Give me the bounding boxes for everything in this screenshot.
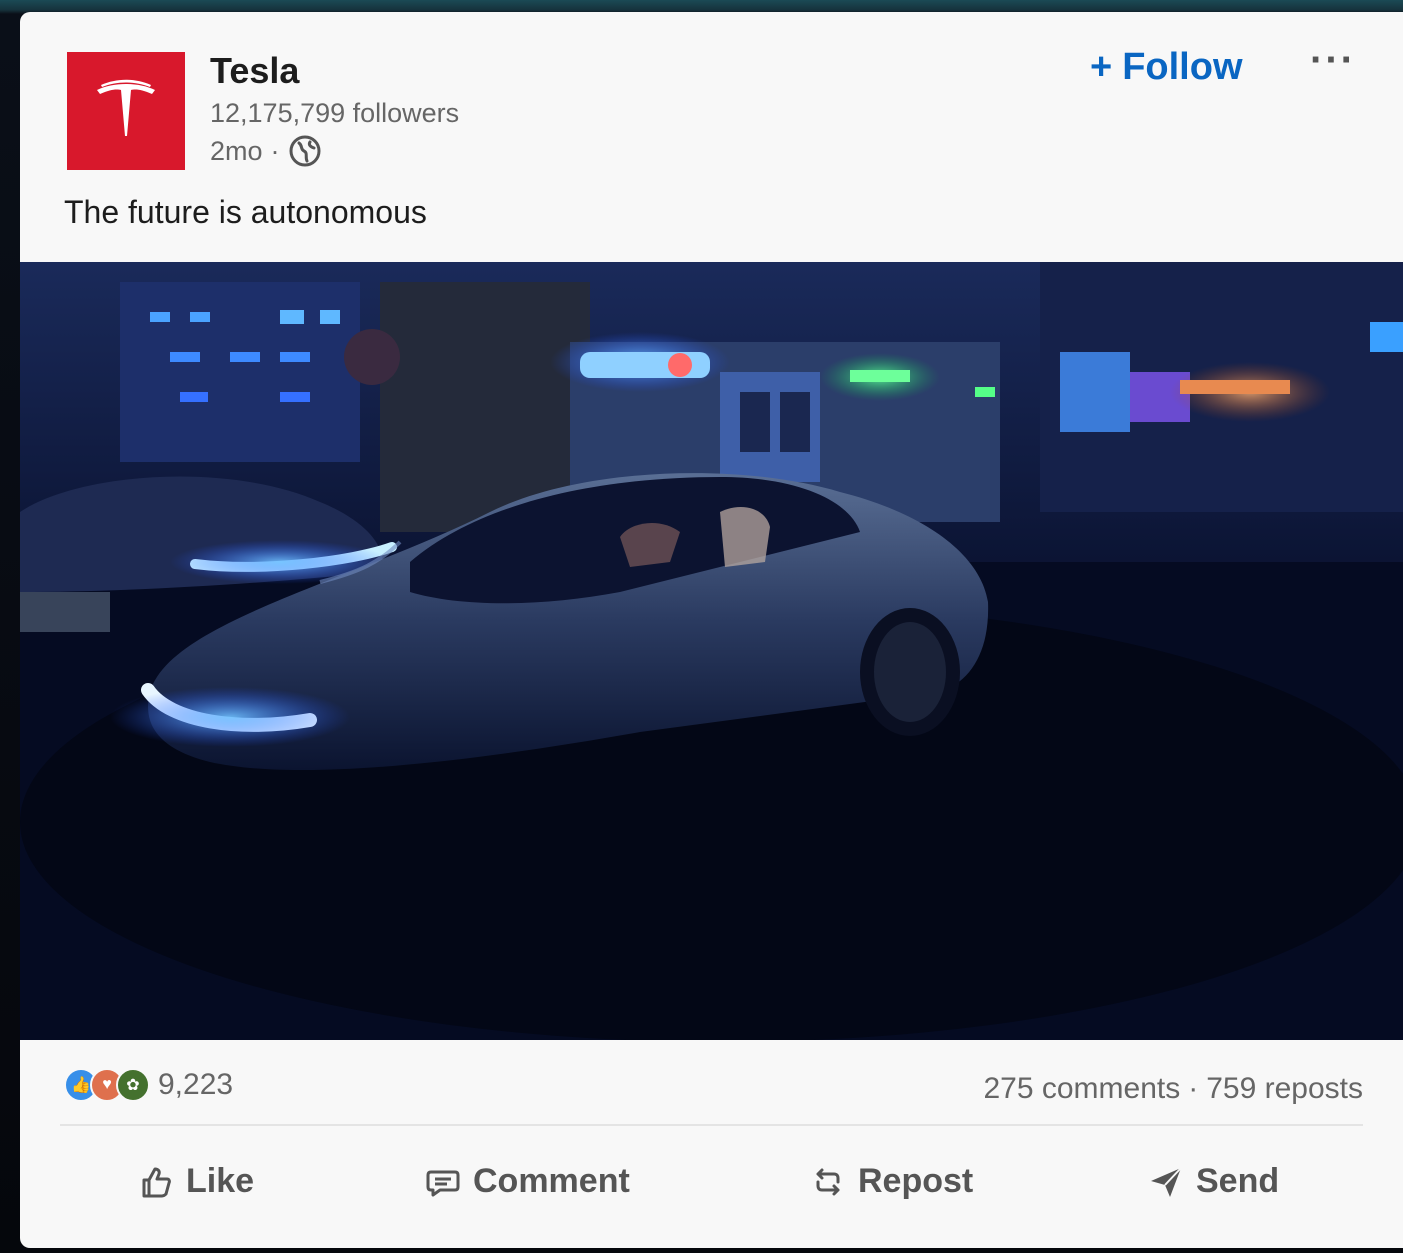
reactions-summary[interactable]: 👍 ♥ ✿ 9,223 [64, 1068, 233, 1102]
follower-count: 12,175,799 followers [210, 98, 460, 128]
support-icon: ✿ [116, 1068, 150, 1102]
repost-label: Repost [858, 1162, 974, 1200]
post-video[interactable] [20, 262, 1403, 1040]
comment-button[interactable]: Comment [425, 1162, 630, 1201]
comment-repost-counts: 275 comments · 759 reposts [983, 1072, 1363, 1106]
repost-icon [816, 1168, 840, 1195]
counts-separator: · [1188, 1072, 1199, 1105]
video-frame [20, 262, 1403, 1040]
follow-label: Follow [1122, 46, 1243, 88]
engagement-stats: 👍 ♥ ✿ 9,223 275 comments · 759 reposts [20, 1052, 1403, 1122]
plus-icon: + [1090, 46, 1113, 88]
meta-separator: · [270, 135, 280, 166]
post-header: Tesla 12,175,799 followers 2mo · + Follo… [20, 12, 1403, 262]
more-options-icon[interactable]: ··· [1310, 38, 1356, 83]
follow-button[interactable]: + Follow [1090, 46, 1243, 89]
like-button[interactable]: Like [138, 1162, 254, 1201]
send-label: Send [1196, 1162, 1280, 1200]
post-meta: 2mo · [210, 134, 322, 168]
reactions-count: 9,223 [158, 1068, 234, 1101]
send-button[interactable]: Send [1148, 1162, 1279, 1201]
comment-icon [426, 1170, 460, 1196]
tesla-logo-icon [97, 79, 155, 136]
action-bar: Like Comment Repost Send [20, 1152, 1403, 1222]
thumbs-up-icon [142, 1167, 171, 1197]
post-caption: The future is autonomous [64, 194, 427, 230]
divider [60, 1124, 1363, 1126]
company-logo[interactable] [67, 52, 185, 170]
post-card: Tesla 12,175,799 followers 2mo · + Follo… [20, 12, 1403, 1248]
repost-button[interactable]: Repost [810, 1162, 973, 1201]
globe-icon [289, 135, 321, 167]
like-label: Like [186, 1162, 255, 1200]
reposts-count[interactable]: 759 reposts [1206, 1072, 1363, 1106]
comments-count[interactable]: 275 comments [983, 1072, 1180, 1106]
send-icon [1151, 1166, 1182, 1197]
post-age: 2mo [210, 135, 263, 166]
company-name[interactable]: Tesla [210, 50, 299, 92]
comment-label: Comment [473, 1162, 630, 1200]
